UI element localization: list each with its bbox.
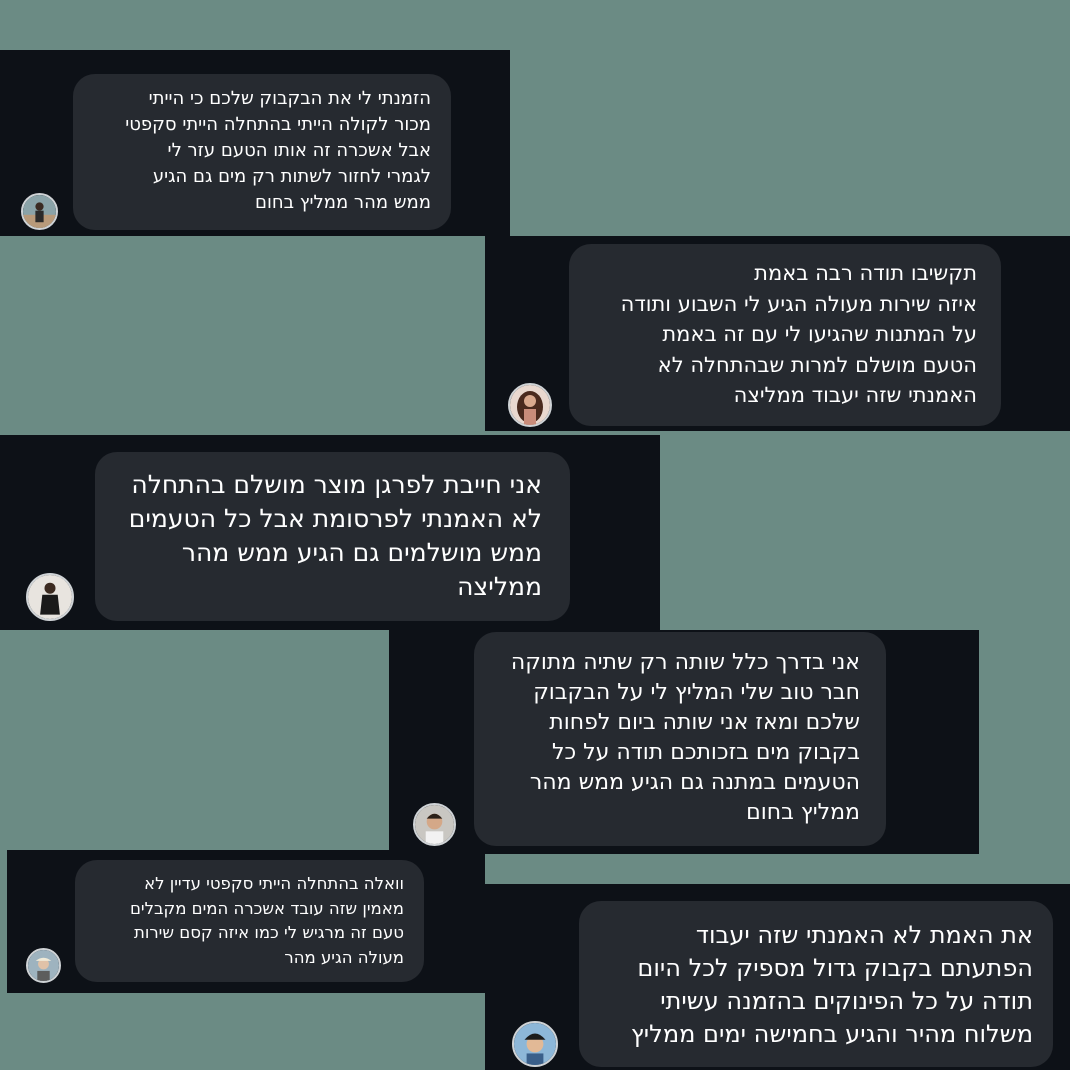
message-line: משלוח מהיר והגיע בחמישה ימים ממליץ	[630, 1020, 1033, 1048]
message-bubble: תקשיבו תודה רבה באמת איזה שירות מעולה הג…	[569, 244, 1001, 426]
message-line: בקבוק מים בזכותכם תודה על כל	[552, 740, 860, 765]
review-card-1: הזמנתי לי את הבקבוק שלכם כי הייתי מכור ל…	[0, 50, 510, 236]
message-bubble: את האמת לא האמנתי שזה יעבוד הפתעתם בקבוק…	[579, 901, 1053, 1067]
message-line: ממש מהר ממליץ בחום	[255, 192, 431, 213]
message-line: מעולה הגיע מהר	[284, 947, 404, 967]
message-line: הפתעתם בקבוק גדול מספיק לכל היום	[637, 954, 1033, 982]
review-card-4: אני בדרך כלל שותה רק שתיה מתוקה חבר טוב …	[389, 630, 979, 854]
avatar	[512, 1021, 558, 1067]
message-bubble: אני בדרך כלל שותה רק שתיה מתוקה חבר טוב …	[474, 632, 886, 846]
message-bubble: אני חייבת לפרגן מוצר מושלם בהתחלה לא האמ…	[95, 452, 570, 621]
message-line: ממליץ בחום	[746, 800, 860, 825]
message-line: על המתנות שהגיעו לי עם זה באמת	[662, 322, 977, 346]
avatar	[413, 803, 456, 846]
message-line: האמנתי שזה יעבוד ממליצה	[733, 383, 977, 407]
message-line: טעם זה מרגיש לי כמו איזה קסם שירות	[134, 923, 404, 942]
avatar	[26, 573, 74, 621]
message-bubble: הזמנתי לי את הבקבוק שלכם כי הייתי מכור ל…	[73, 74, 451, 230]
message-line: אני בדרך כלל שותה רק שתיה מתוקה	[510, 650, 860, 675]
message-line: מכור לקולה הייתי בהתחלה הייתי סקפטי	[125, 114, 431, 135]
message-line: איזה שירות מעולה הגיע לי השבוע ותודה	[620, 291, 977, 316]
message-line: תודה על כל הפינוקים בהזמנה עשיתי	[660, 987, 1033, 1015]
review-card-6: את האמת לא האמנתי שזה יעבוד הפתעתם בקבוק…	[485, 884, 1070, 1070]
review-card-3: אני חייבת לפרגן מוצר מושלם בהתחלה לא האמ…	[0, 435, 660, 630]
message-line: ממליצה	[457, 572, 542, 601]
message-bubble: וואלה בהתחלה הייתי סקפטי עדיין לא מאמין …	[75, 860, 424, 982]
message-line: לא האמנתי לפרסומת אבל כל הטעמים	[128, 504, 542, 533]
message-line: את האמת לא האמנתי שזה יעבוד	[695, 921, 1033, 949]
message-line: לגמרי לחזור לשתות רק מים גם הגיע	[152, 166, 431, 187]
message-line: חבר טוב שלי המליץ לי על הבקבוק	[533, 680, 860, 705]
review-card-2: תקשיבו תודה רבה באמת איזה שירות מעולה הג…	[485, 236, 1070, 431]
message-line: הטעמים במתנה גם הגיע ממש מהר	[529, 770, 860, 795]
avatar	[26, 948, 61, 983]
message-line: וואלה בהתחלה הייתי סקפטי עדיין לא	[144, 874, 404, 893]
message-line: ממש מושלמים גם הגיע ממש מהר	[181, 538, 542, 567]
message-line: אני חייבת לפרגן מוצר מושלם בהתחלה	[131, 470, 542, 499]
message-line: מאמין שזה עובד אשכרה המים מקבלים	[129, 898, 404, 918]
avatar	[21, 193, 58, 230]
avatar	[508, 383, 552, 427]
message-line: הזמנתי לי את הבקבוק שלכם כי הייתי	[148, 88, 431, 109]
message-line: שלכם ומאז אני שותה ביום לפחות	[549, 710, 860, 735]
message-line: הטעם מושלם למרות שבהתחלה לא	[657, 352, 977, 377]
review-card-5: וואלה בהתחלה הייתי סקפטי עדיין לא מאמין …	[7, 850, 485, 993]
message-line: אבל אשכרה זה אותו הטעם עזר לי	[167, 140, 431, 161]
message-line: תקשיבו תודה רבה באמת	[754, 261, 977, 285]
